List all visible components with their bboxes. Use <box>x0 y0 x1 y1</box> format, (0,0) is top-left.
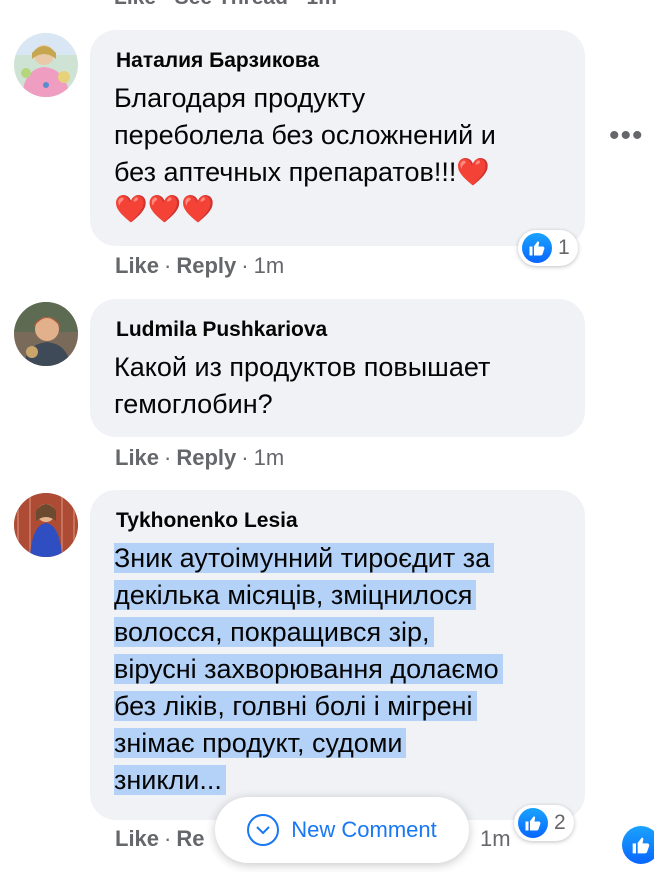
thumbs-up-icon <box>522 233 552 263</box>
like-button[interactable]: Like <box>115 826 159 851</box>
new-comment-button[interactable]: New Comment <box>215 797 469 863</box>
comment-text: Какой из продуктов повышает гемоглобин? <box>114 352 491 419</box>
comment-text: Зник аутоімунний тироєдит за декілька мі… <box>114 540 503 799</box>
comment-author[interactable]: Ludmila Pushkariova <box>116 318 327 342</box>
avatar[interactable] <box>14 302 78 366</box>
timestamp[interactable]: 1m <box>254 445 285 470</box>
thumbs-up-icon[interactable] <box>622 826 654 864</box>
reply-button[interactable]: Reply <box>176 445 236 470</box>
reaction-count[interactable]: 1 <box>518 230 578 266</box>
avatar[interactable] <box>14 493 78 557</box>
chevron-down-icon <box>247 814 280 846</box>
reaction-count[interactable]: 2 <box>514 805 574 841</box>
comment-author[interactable]: Наталия Барзикова <box>116 49 319 73</box>
comment-actions: Like · Reply · 1m <box>115 253 285 278</box>
comment-bubble: Tykhonenko Lesia Зник аутоімунний тироєд… <box>90 490 585 820</box>
comment-author[interactable]: Tykhonenko Lesia <box>116 509 298 533</box>
reaction-count-label: 2 <box>554 811 566 834</box>
comment-text: Благодаря продукту переболела без осложн… <box>114 83 496 224</box>
reaction-count-label: 1 <box>558 236 570 259</box>
comment-bubble: Наталия Барзикова Благодаря продукту пер… <box>90 30 585 246</box>
comment-actions: Like · Re <box>115 826 205 851</box>
avatar[interactable] <box>14 33 78 97</box>
previous-comment-meta: Like · See Thread · 1m <box>114 0 337 10</box>
more-options-icon[interactable]: ••• <box>609 121 644 151</box>
thumbs-up-icon <box>518 808 548 838</box>
comment-bubble: Ludmila Pushkariova Какой из продуктов п… <box>90 299 585 437</box>
new-comment-label: New Comment <box>291 817 437 842</box>
timestamp[interactable]: 1m <box>254 253 285 278</box>
comment-actions: Like · Reply · 1m <box>115 445 285 470</box>
like-button[interactable]: Like <box>115 445 159 470</box>
reply-button[interactable]: Re <box>176 826 204 851</box>
reply-button[interactable]: Reply <box>176 253 236 278</box>
timestamp[interactable]: 1m <box>480 826 511 852</box>
like-button[interactable]: Like <box>115 253 159 278</box>
